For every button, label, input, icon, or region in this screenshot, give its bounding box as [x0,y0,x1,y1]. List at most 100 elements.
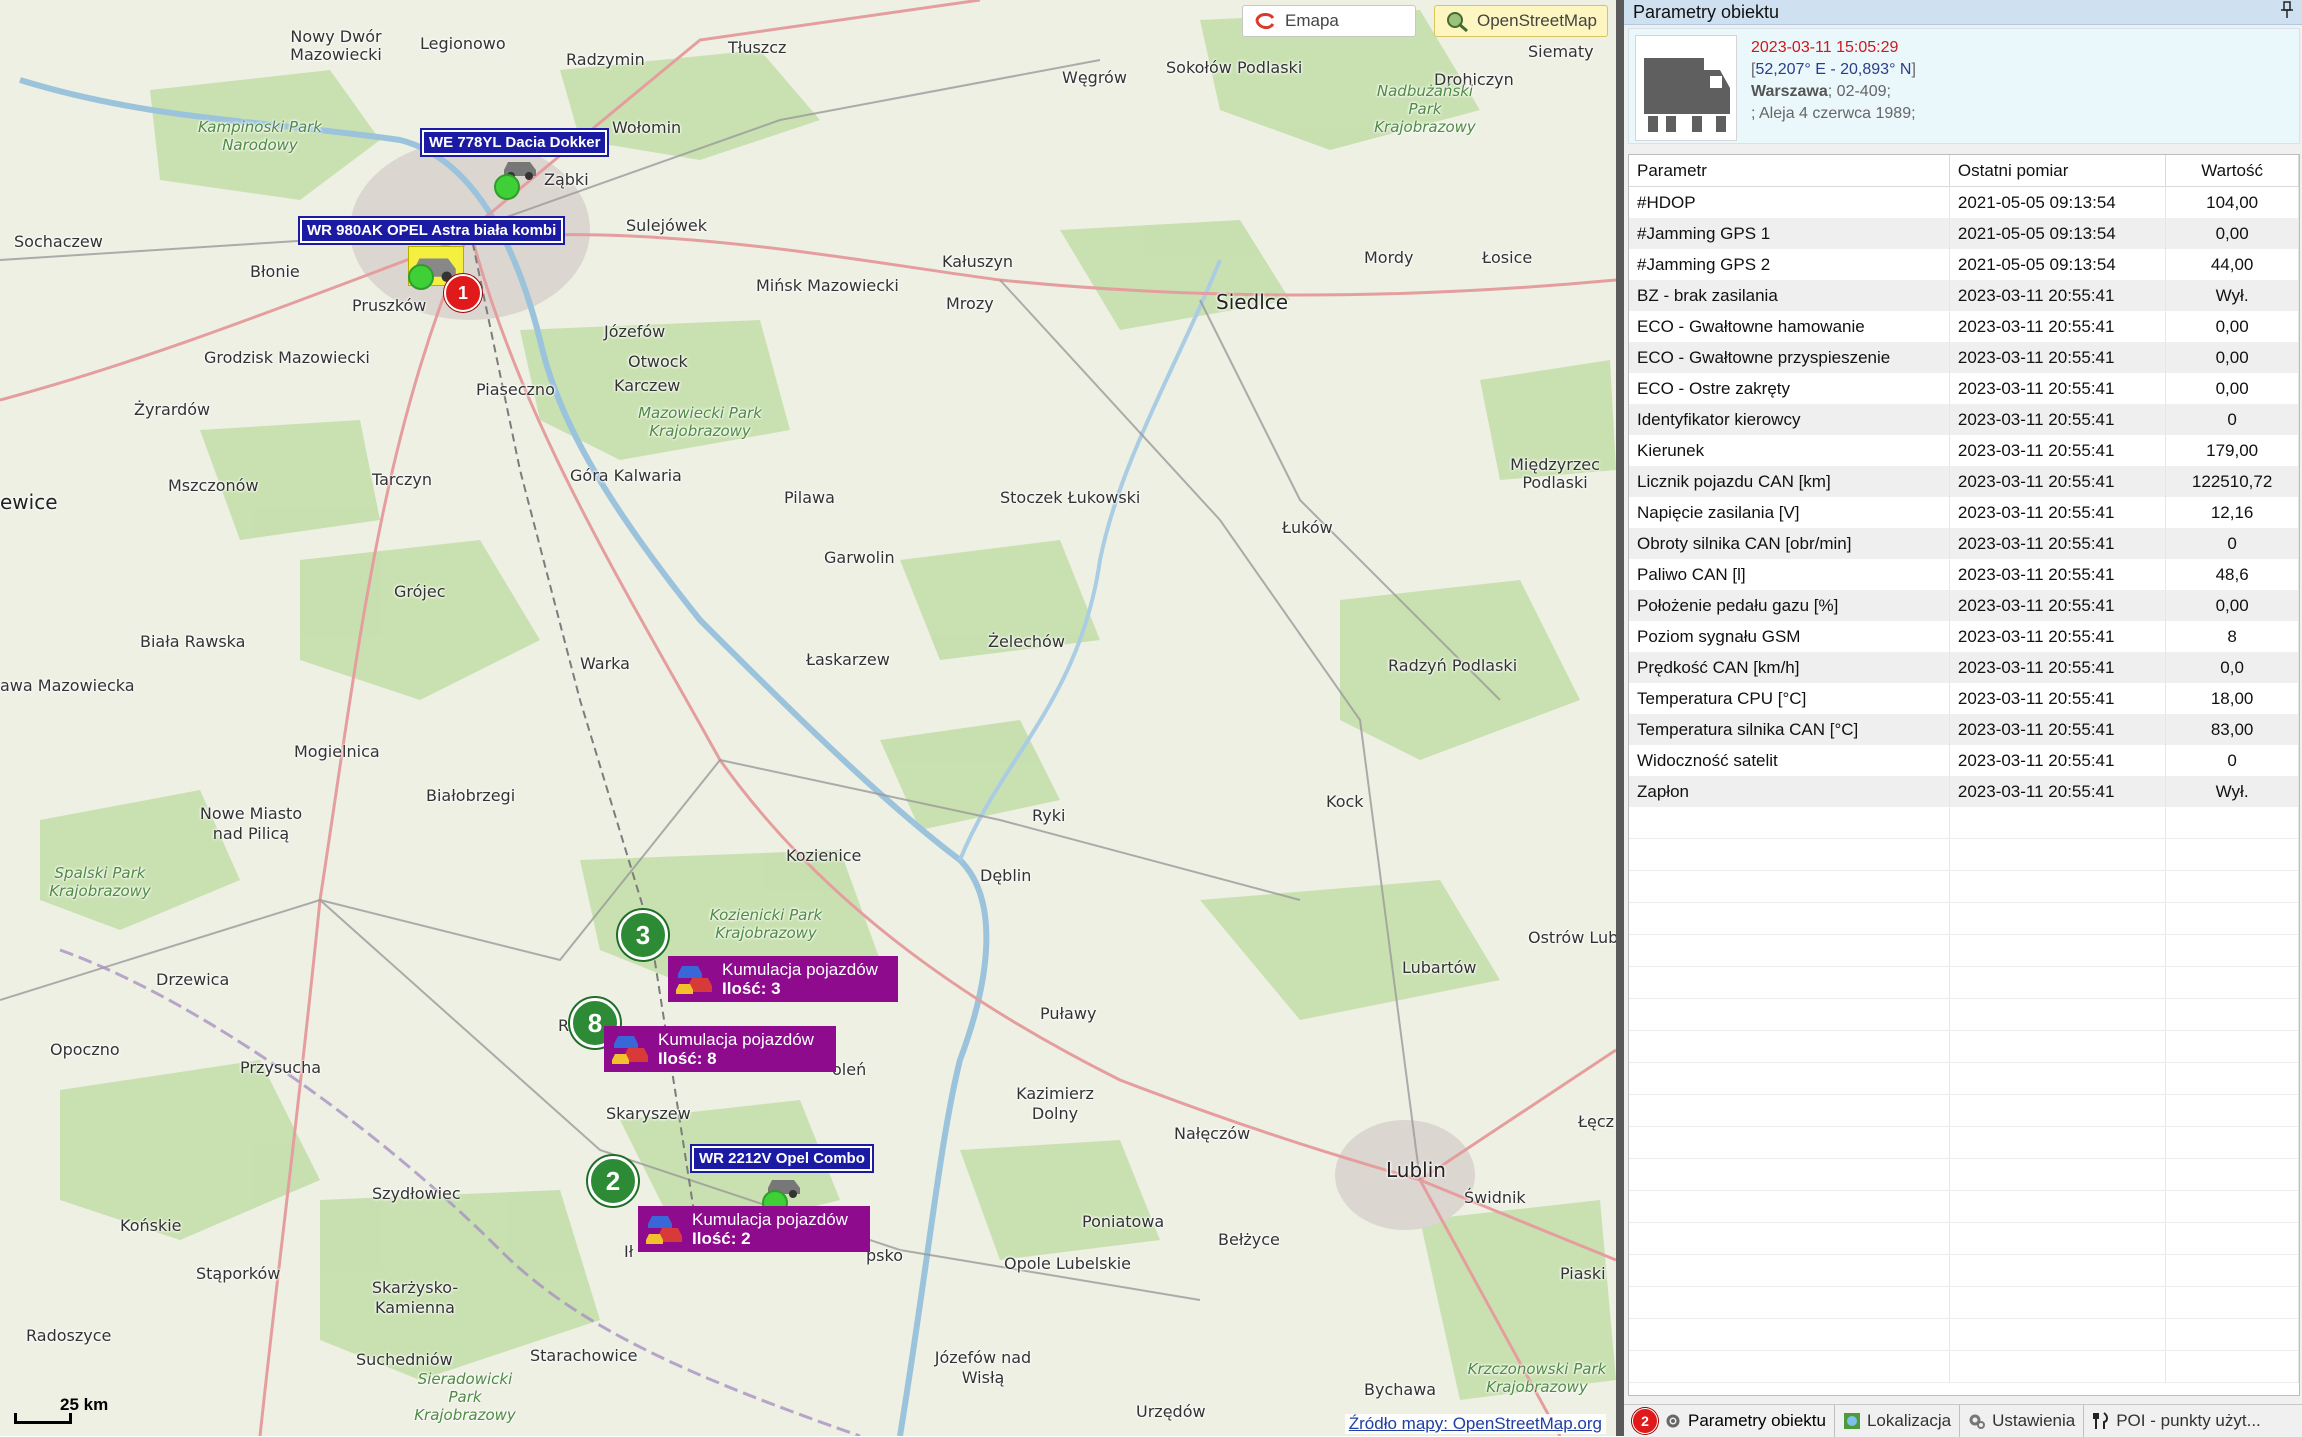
table-row[interactable]: Prędkość CAN [km/h] 2023-03-11 20:55:41 0,… [1629,652,2299,683]
pin-icon[interactable] [2280,0,2294,24]
place-starachowice: Starachowice [530,1346,638,1365]
tab-parametry-obiektu[interactable]: 2 Parametry obiektu [1624,1405,1835,1437]
cell-parametr: BZ - brak zasilania [1629,280,1950,311]
empty-cell [1949,1030,2167,1063]
vehicle-position-dot[interactable] [408,264,434,290]
map-source-link[interactable]: Źródło mapy: OpenStreetMap.org [1344,1414,1606,1434]
cell-wartosc: 0 [2165,404,2299,435]
cell-wartosc: 104,00 [2165,186,2299,218]
place-staporkow: Stąporków [196,1264,281,1283]
place-laskarzew: Łaskarzew [806,650,890,669]
column-header-parametr[interactable]: Parametr [1629,155,1950,187]
column-header-wartosc[interactable]: Wartość [2165,155,2299,187]
empty-cell [1949,998,2167,1031]
empty-cell [1629,838,1950,871]
cluster-badge[interactable]: 2 [588,1156,638,1206]
cell-parametr: Licznik pojazdu CAN [km] [1629,466,1950,497]
tab-label: Parametry obiektu [1688,1411,1826,1430]
park-kampinoski: Kampinoski Park Narodowy [197,118,322,154]
cell-parametr: ECO - Ostre zakręty [1629,373,1950,404]
tab-lokalizacja[interactable]: Lokalizacja [1835,1405,1961,1437]
tab-poi[interactable]: POI - punkty użyt... [2084,1405,2269,1437]
cell-ostatni-pomiar: 2023-03-11 20:55:41 [1949,621,2167,652]
panel-title: Parametry obiektu [1633,1,1780,22]
empty-cell [1629,1350,1950,1383]
cluster-marker[interactable]: Kumulacja pojazdów Ilość: 3 [668,956,898,1002]
table-row[interactable]: Zapłon 2023-03-11 20:55:41 Wył. [1629,776,2299,807]
cluster-marker[interactable]: Kumulacja pojazdów Ilość: 8 [604,1026,836,1072]
vehicle-position-dot[interactable] [494,174,520,200]
empty-cell [2165,870,2299,903]
table-row[interactable]: Identyfikator kierowcy 2023-03-11 20:55:4… [1629,404,2299,435]
emapa-label: Emapa [1285,11,1339,30]
cluster-marker[interactable]: Kumulacja pojazdów Ilość: 2 [638,1206,870,1252]
empty-cell [1629,998,1950,1031]
object-coordinates: [52,207° E - 20,893° N] [1751,61,1916,78]
vehicle-label-astra[interactable]: WR 980AK OPEL Astra biała kombi [297,216,566,245]
notification-badge: 2 [1632,1408,1658,1434]
map-view[interactable]: Emapa OpenStreetMap Nowy Dwór Mazowiecki… [0,0,1616,1436]
place-ryki: Ryki [1032,806,1066,825]
cell-parametr: Temperatura silnika CAN [°C] [1629,714,1950,745]
cell-wartosc: 12,16 [2165,497,2299,528]
vehicle-label-combo[interactable]: WR 2212V Opel Combo [690,1144,874,1173]
empty-cell [1949,1190,2167,1223]
table-row[interactable]: Paliwo CAN [l] 2023-03-11 20:55:41 48,6 [1629,559,2299,590]
cell-ostatni-pomiar: 2023-03-11 20:55:41 [1949,528,2167,559]
table-row[interactable]: Kierunek 2023-03-11 20:55:41 179,00 [1629,435,2299,466]
place-piaseczno: Piaseczno [476,380,555,399]
cluster-title: Kumulacja pojazdów [658,1030,814,1049]
emapa-button[interactable]: Emapa [1242,5,1416,37]
place-stoczek: Stoczek Łukowski [1000,488,1141,507]
empty-cell [2165,902,2299,935]
table-row[interactable]: BZ - brak zasilania 2023-03-11 20:55:41 Wy… [1629,280,2299,311]
cell-ostatni-pomiar: 2021-05-05 09:13:54 [1949,186,2167,218]
osm-button[interactable]: OpenStreetMap [1434,5,1608,37]
parameters-table[interactable]: Parametr Ostatni pomiar Wartość #HDOP 202… [1628,154,2300,1396]
cell-ostatni-pomiar: 2023-03-11 20:55:41 [1949,652,2167,683]
empty-row [1629,870,2299,903]
place-lipsko: psko [866,1246,903,1265]
place-tarczyn: Tarczyn [372,470,432,489]
alert-badge[interactable]: 1 [444,274,482,312]
object-address-city: Warszawa; 02-409; [1751,81,1916,103]
table-row[interactable]: Widoczność satelit 2023-03-11 20:55:41 0 [1629,745,2299,776]
vehicle-label-dacia[interactable]: WE 778YL Dacia Dokker [419,128,610,157]
table-row[interactable]: Napięcie zasilania [V] 2023-03-11 20:55:4… [1629,497,2299,528]
empty-row [1629,1030,2299,1063]
empty-row [1629,1318,2299,1351]
empty-cell [2165,1062,2299,1095]
column-header-ostatni-pomiar[interactable]: Ostatni pomiar [1949,155,2167,187]
table-row[interactable]: ECO - Gwałtowne hamowanie 2023-03-11 20:5… [1629,311,2299,342]
place-ilz: Ił [624,1242,634,1261]
table-row[interactable]: ECO - Gwałtowne przyspieszenie 2023-03-11… [1629,342,2299,373]
table-row[interactable]: Licznik pojazdu CAN [km] 2023-03-11 20:55… [1629,466,2299,497]
empty-row [1629,934,2299,967]
park-mazowiecki: Mazowiecki Park Krajobrazowy [638,404,762,440]
empty-cell [1629,1126,1950,1159]
table-row[interactable]: #Jamming GPS 1 2021-05-05 09:13:54 0,00 [1629,218,2299,249]
empty-cell [2165,1126,2299,1159]
table-row[interactable]: ECO - Ostre zakręty 2023-03-11 20:55:41 0,… [1629,373,2299,404]
place-sulejowek: Sulejówek [626,216,708,235]
place-urzedow: Urzędów [1136,1402,1206,1421]
place-otwock: Otwock [628,352,688,371]
empty-cell [1629,934,1950,967]
tab-ustawienia[interactable]: Ustawienia [1960,1405,2085,1437]
table-row[interactable]: #HDOP 2021-05-05 09:13:54 104,00 [1629,186,2299,218]
empty-row [1629,1158,2299,1191]
cell-wartosc: 0,0 [2165,652,2299,683]
fork-knife-icon [2093,1412,2109,1429]
table-row[interactable]: Położenie pedału gazu [%] 2023-03-11 20:5… [1629,590,2299,621]
panel-splitter[interactable] [1616,0,1624,1436]
table-row[interactable]: Temperatura silnika CAN [°C] 2023-03-11 2… [1629,714,2299,745]
place-bialarawska: Biała Rawska [140,632,246,651]
table-row[interactable]: Temperatura CPU [°C] 2023-03-11 20:55:41 1… [1629,683,2299,714]
cluster-badge[interactable]: 3 [618,910,668,960]
table-row[interactable]: Poziom sygnału GSM 2023-03-11 20:55:41 8 [1629,621,2299,652]
table-row[interactable]: #Jamming GPS 2 2021-05-05 09:13:54 44,00 [1629,249,2299,280]
table-row[interactable]: Obroty silnika CAN [obr/min] 2023-03-11 2… [1629,528,2299,559]
cell-parametr: Widoczność satelit [1629,745,1950,776]
empty-cell [2165,838,2299,871]
empty-cell [1629,807,1950,839]
